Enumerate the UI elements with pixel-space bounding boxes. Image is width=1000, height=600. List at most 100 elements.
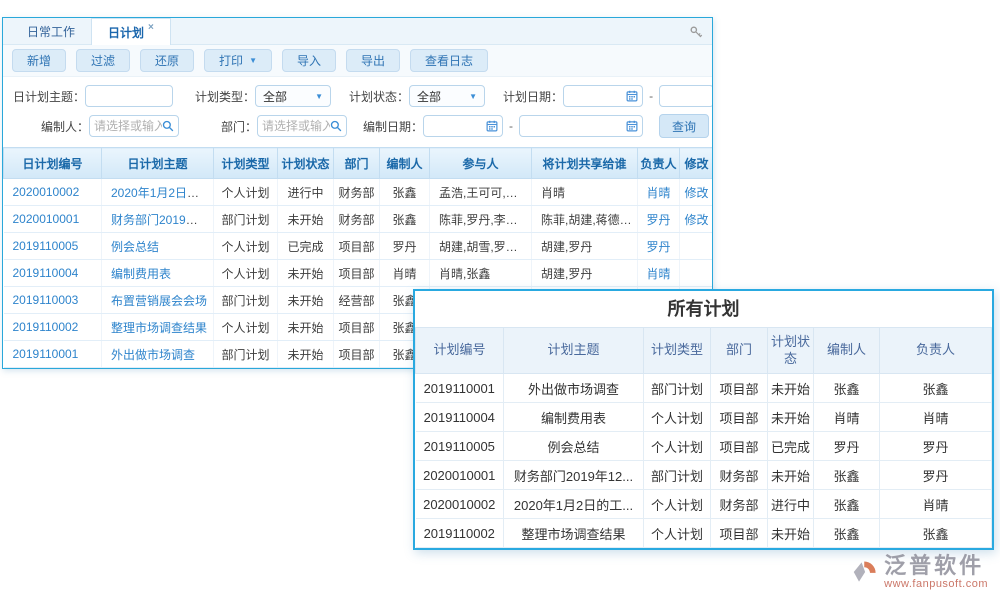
plan-id-link[interactable]: 2020010001 [13,212,80,226]
search-icon[interactable] [330,120,342,132]
edit-link[interactable]: 修改 [684,213,708,227]
owner-link[interactable]: 罗丹 [646,240,670,254]
plan-date-label: 计划日期： [503,88,563,105]
cell-owner: 肖晴 [880,403,992,432]
cell-status: 进行中 [278,179,334,206]
key-icon[interactable] [689,25,703,39]
table-row[interactable]: 2019110004 编制费用表 个人计划 未开始 项目部 肖晴 肖晴,张鑫 胡… [4,260,714,287]
owner-link[interactable]: 罗丹 [646,213,670,227]
toolbar: 新增 过滤 还原 打印 ▼ 导入 导出 查看日志 [3,45,712,77]
table-row[interactable]: 2019110005 例会总结 个人计划 已完成 项目部 罗丹 胡建,胡雪,罗丹… [4,233,714,260]
cell-participants: 孟浩,王可可,肖晴,张鑫 [430,179,532,206]
cell-owner: 张鑫 [880,374,992,403]
view-log-button[interactable]: 查看日志 [410,49,488,72]
subject-link[interactable]: 布置营销展会会场 [111,294,207,308]
plan-id-link[interactable]: 2019110004 [13,266,79,280]
cell-subject: 2020年1月2日的工作日... [102,179,214,206]
cell-shared-with: 胡建,罗丹 [532,260,638,287]
subject-link[interactable]: 外出做市场调查 [111,348,195,362]
cell-status: 未开始 [768,374,814,403]
type-select[interactable]: 全部 ▼ [255,85,331,107]
cell-edit [680,233,714,260]
filter-row-2: 编制人： 部门： 编制日期： [3,111,712,141]
cell-plan-id: 2019110002 [416,519,504,548]
subject-link[interactable]: 财务部门2019年12月的... [111,213,214,227]
owner-link[interactable]: 肖晴 [646,267,670,281]
table-row: 2019110004 编制费用表 个人计划 项目部 未开始 肖晴 肖晴 [416,403,992,432]
plan-id-link[interactable]: 2019110001 [13,347,79,361]
cell-status: 已完成 [768,432,814,461]
owner-link[interactable]: 肖晴 [646,186,670,200]
plan-date-from-box [563,85,643,107]
filter-button[interactable]: 过滤 [76,49,130,72]
import-button[interactable]: 导入 [282,49,336,72]
subject-link[interactable]: 编制费用表 [111,267,171,281]
cell-owner: 罗丹 [880,461,992,490]
plan-id-link[interactable]: 2019110005 [13,239,79,253]
tab-close-icon[interactable]: × [148,22,154,33]
dept-input[interactable] [262,119,330,133]
col-creator: 编制人 [380,148,430,179]
table-row[interactable]: 2020010002 2020年1月2日的工作日... 个人计划 进行中 财务部… [4,179,714,206]
cell-status: 未开始 [278,260,334,287]
table-header-row: 日计划编号 日计划主题 计划类型 计划状态 部门 编制人 参与人 将计划共享给谁… [4,148,714,179]
plan-id-link[interactable]: 2019110003 [13,293,79,307]
subject-input[interactable] [90,89,168,103]
cell-subject: 编制费用表 [504,403,644,432]
fanpu-logo: 泛普软件 www.fanpusoft.com [852,554,988,590]
cell-owner: 罗丹 [880,432,992,461]
cell-participants: 陈菲,罗丹,李若若,罗... [430,206,532,233]
cell-type: 部门计划 [214,341,278,368]
subject-link[interactable]: 整理市场调查结果 [111,321,207,335]
creator-input[interactable] [94,119,162,133]
tab-daily-work[interactable]: 日常工作 [11,18,91,44]
cell-subject: 编制费用表 [102,260,214,287]
cell-type: 个人计划 [214,314,278,341]
cell-type: 个人计划 [644,403,711,432]
cell-edit: 修改 [680,206,714,233]
plan-date-to-input[interactable] [664,89,709,103]
created-date-from-input[interactable] [428,119,486,133]
cell-plan-id: 2019110004 [416,403,504,432]
cell-creator: 罗丹 [380,233,430,260]
status-label: 计划状态： [349,88,409,105]
created-date-to-input[interactable] [524,119,626,133]
all-plans-title: 所有计划 [415,291,992,327]
cell-status: 未开始 [278,206,334,233]
query-button[interactable]: 查询 [659,114,709,138]
fanpu-logo-icon [852,558,880,586]
add-button[interactable]: 新增 [12,49,66,72]
subject-link[interactable]: 2020年1月2日的工作日... [111,186,214,200]
cell-plan-id: 2020010002 [416,490,504,519]
plan-date-from-input[interactable] [568,89,626,103]
cell-creator: 张鑫 [814,374,880,403]
plan-id-link[interactable]: 2020010002 [13,185,80,199]
export-button[interactable]: 导出 [346,49,400,72]
calendar-icon[interactable] [626,90,638,102]
restore-button[interactable]: 还原 [140,49,194,72]
plan-id-link[interactable]: 2019110002 [13,320,79,334]
print-button[interactable]: 打印 ▼ [204,49,272,72]
edit-link[interactable]: 修改 [684,186,708,200]
col-dept: 部门 [711,328,768,374]
cell-dept: 项目部 [711,403,768,432]
cell-type: 部门计划 [214,206,278,233]
status-select[interactable]: 全部 ▼ [409,85,485,107]
cell-plan-id: 2019110004 [4,260,102,287]
subject-link[interactable]: 例会总结 [111,240,159,254]
cell-creator: 张鑫 [814,519,880,548]
search-icon[interactable] [162,120,174,132]
all-plans-panel: 所有计划 计划编号 计划主题 计划类型 部门 计划状态 编制人 负责人 2019… [413,289,994,550]
tab-daily-plan[interactable]: 日计划 × [91,18,171,45]
cell-type: 个人计划 [644,432,711,461]
cell-status: 未开始 [278,314,334,341]
cell-shared-with: 胡建,罗丹 [532,233,638,260]
cell-owner: 肖晴 [638,179,680,206]
plan-date-to-box [659,85,712,107]
cell-type: 个人计划 [214,260,278,287]
calendar-icon[interactable] [486,120,498,132]
brand-name: 泛普软件 [884,554,988,578]
calendar-icon[interactable] [626,120,638,132]
cell-participants: 胡建,胡雪,罗丹,任晓... [430,233,532,260]
table-row[interactable]: 2020010001 财务部门2019年12月的... 部门计划 未开始 财务部… [4,206,714,233]
